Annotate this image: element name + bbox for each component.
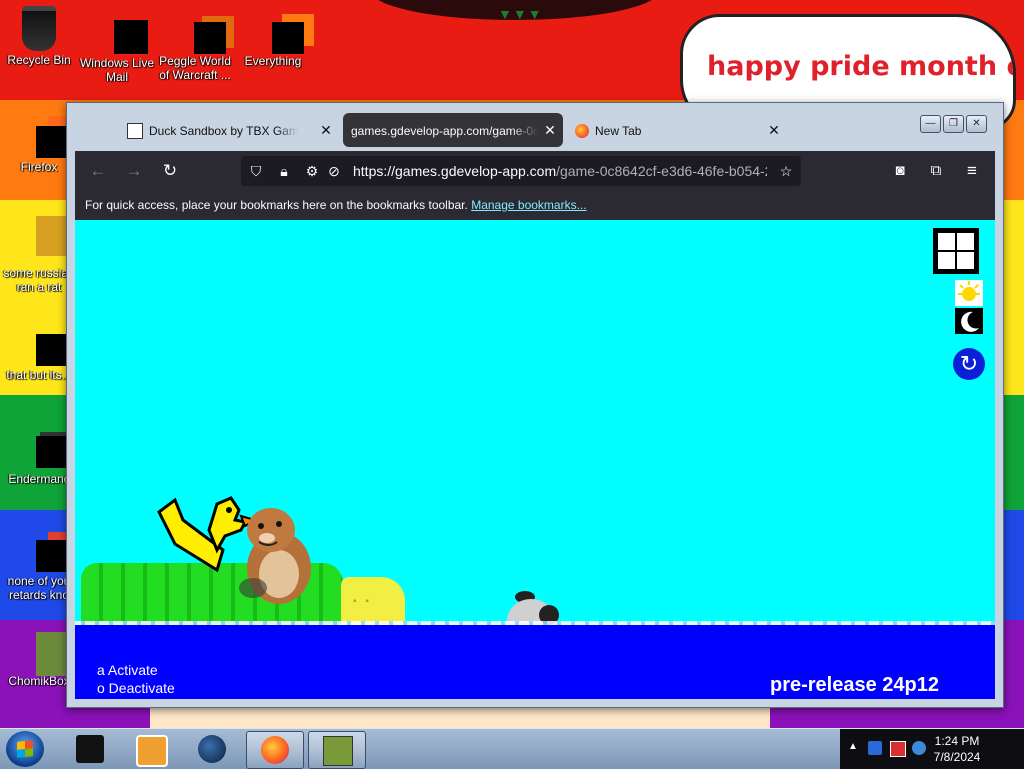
taskbar-chomikbox[interactable] bbox=[308, 731, 366, 769]
tab-label: games.gdevelop-app.com/game-0c bbox=[351, 123, 539, 138]
browser-window[interactable]: Duck Sandbox by TBX Games 2024 ✕ games.g… bbox=[66, 102, 1004, 708]
taskbar-firefox[interactable] bbox=[246, 731, 304, 769]
bookmark-star-icon[interactable]: ☆ bbox=[777, 162, 795, 180]
mail-icon bbox=[114, 20, 148, 54]
lock-icon[interactable]: 🔒︎ bbox=[275, 162, 293, 180]
app-icon bbox=[36, 540, 68, 572]
tab-new-tab[interactable]: New Tab ✕ bbox=[567, 113, 787, 147]
moon-icon[interactable] bbox=[955, 308, 983, 334]
forward-button[interactable]: → bbox=[121, 159, 147, 183]
desktop-icon-label: Windows Live Mail bbox=[79, 56, 155, 84]
navigation-toolbar: ← → ↻ ⛉ 🔒︎ ⚙ ⊘ https://games.gdevelop-ap… bbox=[75, 151, 995, 191]
url-path: /game-0c8642cf-e3d6-46fe-b054-2eec bbox=[556, 163, 767, 179]
desktop-icon-label: Recycle Bin bbox=[7, 53, 71, 67]
tracking-blocked-icon[interactable]: ⊘ bbox=[325, 162, 343, 180]
url-bar[interactable]: ⛉ 🔒︎ ⚙ ⊘ https://games.gdevelop-app.com/… bbox=[241, 156, 801, 186]
maximize-button[interactable]: ❐ bbox=[943, 115, 964, 133]
windows-logo-icon bbox=[17, 740, 33, 758]
extensions-icon[interactable]: ⧉ bbox=[923, 159, 949, 183]
show-hidden-icons-icon[interactable]: ▲ bbox=[848, 741, 862, 755]
tab-label: Duck Sandbox by TBX Games 2024 bbox=[149, 123, 299, 138]
search-icon bbox=[272, 22, 304, 54]
earth-icon bbox=[198, 735, 226, 763]
menu-icon[interactable]: ≡ bbox=[959, 159, 985, 183]
tab-close-icon[interactable]: ✕ bbox=[543, 113, 557, 147]
taskbar: ▲ 1:24 PM 7/8/2024 bbox=[0, 728, 1024, 769]
game-canvas[interactable]: ▪ ▪ ↻ a Activate o Deactivate pre-releas… bbox=[75, 220, 995, 699]
reload-button[interactable]: ↻ bbox=[157, 159, 183, 183]
tab-close-icon[interactable]: ✕ bbox=[319, 113, 333, 147]
cheese-holes: ▪ ▪ bbox=[353, 596, 372, 607]
tray-app-icon[interactable] bbox=[868, 741, 882, 755]
grid-icon[interactable] bbox=[933, 228, 979, 274]
reset-icon[interactable]: ↻ bbox=[953, 348, 985, 380]
window-icon bbox=[36, 436, 68, 468]
taskbar-terminal[interactable] bbox=[62, 731, 118, 767]
tab-duck-sandbox[interactable]: Duck Sandbox by TBX Games 2024 ✕ bbox=[119, 113, 339, 147]
wallpaper-green-dots: ▼▼▼ bbox=[498, 6, 543, 22]
manage-bookmarks-link[interactable]: Manage bookmarks... bbox=[471, 198, 586, 212]
clock-time: 1:24 PM bbox=[934, 734, 980, 748]
taskbar-earth[interactable] bbox=[184, 731, 240, 767]
hint-activate: a Activate bbox=[97, 662, 158, 678]
clock[interactable]: 1:24 PM 7/8/2024 bbox=[924, 733, 990, 765]
network-icon[interactable] bbox=[890, 741, 906, 757]
wallpaper-bottom-art bbox=[150, 706, 770, 728]
terminal-icon bbox=[76, 735, 104, 763]
gdevelop-icon bbox=[127, 122, 143, 139]
minimize-button[interactable]: — bbox=[920, 115, 941, 133]
folder-icon bbox=[36, 334, 68, 366]
desktop-icon-recycle-bin[interactable]: Recycle Bin bbox=[0, 6, 78, 67]
tab-gdevelop-game[interactable]: games.gdevelop-app.com/game-0c ✕ bbox=[343, 113, 563, 147]
bookmarks-toolbar: For quick access, place your bookmarks h… bbox=[75, 191, 995, 220]
desktop-icon-everything[interactable]: Everything bbox=[234, 10, 312, 68]
chomikbox-icon bbox=[323, 736, 353, 766]
peggle-icon bbox=[194, 22, 226, 54]
start-button[interactable] bbox=[6, 731, 44, 767]
sun-icon[interactable] bbox=[955, 280, 983, 306]
recycle-bin-icon bbox=[22, 6, 56, 51]
media-player-icon bbox=[136, 735, 168, 767]
hamster-sprite[interactable] bbox=[237, 504, 319, 604]
tab-label: New Tab bbox=[595, 123, 642, 138]
back-button[interactable]: ← bbox=[85, 159, 111, 183]
clock-date: 7/8/2024 bbox=[933, 750, 981, 764]
firefox-icon bbox=[575, 123, 589, 138]
desktop-icon-peggle[interactable]: Peggle World of Warcraft ... bbox=[156, 10, 234, 82]
close-button[interactable]: ✕ bbox=[966, 115, 987, 133]
shield-icon[interactable]: ⛉ bbox=[247, 162, 265, 180]
tab-close-icon[interactable]: ✕ bbox=[767, 113, 781, 147]
tab-strip: Duck Sandbox by TBX Games 2024 ✕ games.g… bbox=[75, 107, 995, 151]
firefox-icon bbox=[36, 126, 68, 158]
desktop-icon-label: Everything bbox=[244, 54, 302, 68]
desktop-icon-windows-live-mail[interactable]: Windows Live Mail bbox=[78, 10, 156, 84]
url-host: https://games.gdevelop-app.com bbox=[353, 163, 557, 179]
hint-deactivate: o Deactivate bbox=[97, 680, 175, 696]
url-text[interactable]: https://games.gdevelop-app.com/game-0c86… bbox=[353, 163, 767, 179]
taskbar-media-player[interactable] bbox=[122, 731, 178, 767]
firefox-icon bbox=[261, 736, 289, 764]
wallpaper-text: happy pride month everyone! bbox=[707, 51, 1013, 82]
version-label: pre-release 24p12 bbox=[769, 674, 939, 696]
window-controls: — ❐ ✕ bbox=[918, 113, 987, 133]
desktop-icon-label: Peggle World of Warcraft ... bbox=[159, 54, 231, 82]
permissions-icon[interactable]: ⚙ bbox=[303, 162, 321, 180]
bookmarks-message: For quick access, place your bookmarks h… bbox=[85, 198, 468, 212]
pocket-icon[interactable]: ◙ bbox=[887, 159, 913, 183]
